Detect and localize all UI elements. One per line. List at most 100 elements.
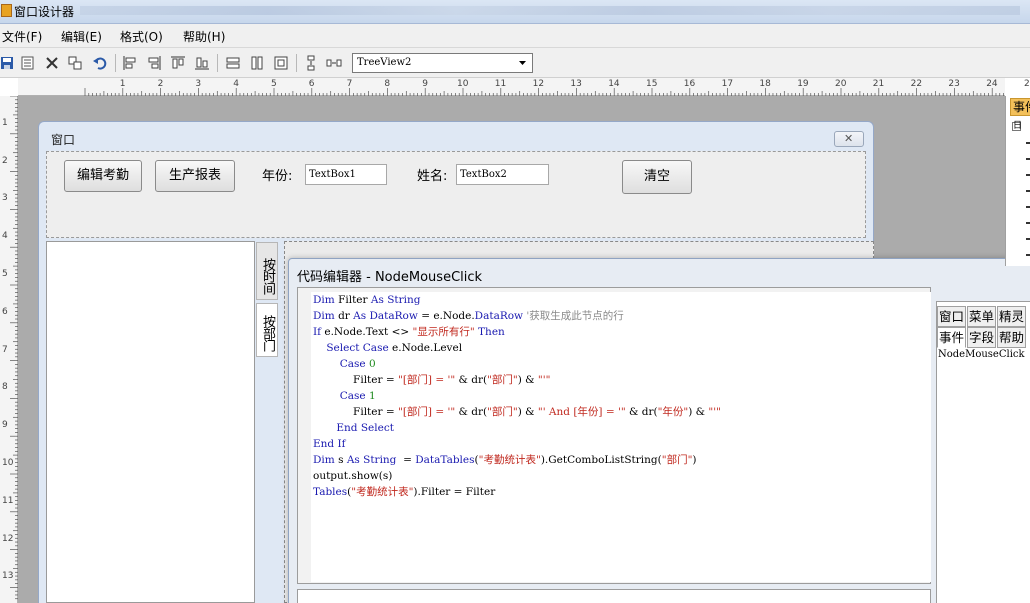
ruler-number: 25 (1024, 79, 1030, 89)
code-text-area[interactable]: Dim Filter As String Dim dr As DataRow = … (311, 292, 931, 582)
title-bar-blurred-region (80, 6, 1020, 15)
ruler-number: 6 (308, 79, 315, 89)
form-title: 窗口 (51, 133, 76, 147)
ruler-number: 18 (759, 79, 771, 89)
ruler-number: 15 (646, 79, 658, 89)
edit-attendance-button[interactable]: 编辑考勤 (64, 160, 142, 192)
ruler-number: 13 (2, 571, 14, 582)
ruler-number: 11 (494, 79, 507, 89)
tab-events[interactable]: 事件 (937, 327, 966, 348)
code-line: End Select (336, 422, 394, 434)
ruler-number: 2 (157, 79, 164, 89)
code-line: Filter = "[部门] = '" & dr("部门") & "'" (313, 374, 551, 386)
tree-collapse-toggle[interactable]: 日 (1012, 122, 1022, 131)
property-row (1026, 190, 1030, 192)
control-selector-value: TreeView2 (357, 57, 412, 68)
list-icon[interactable] (20, 55, 36, 71)
tab-wizard[interactable]: 精灵 (997, 306, 1026, 327)
menu-bar: 文件(F) 编辑(E) 格式(O) 帮助(H) (0, 24, 1030, 48)
ruler-number: 24 (986, 79, 998, 89)
output-pane[interactable] (297, 589, 931, 603)
ruler-number: 1 (2, 117, 8, 128)
horizontal-spacing-icon[interactable] (326, 55, 342, 71)
year-textbox[interactable]: TextBox1 (305, 164, 387, 185)
tab-fields[interactable]: 字段 (967, 327, 996, 348)
same-size-icon[interactable] (273, 55, 289, 71)
clear-button[interactable]: 清空 (622, 160, 692, 194)
save-icon[interactable] (0, 55, 16, 71)
event-list-item[interactable]: NodeMouseClick (938, 349, 1030, 360)
align-top-icon[interactable] (170, 55, 186, 71)
code-line: Case 0 (339, 358, 376, 370)
ruler-number: 14 (608, 79, 620, 89)
ruler-number: 7 (346, 79, 353, 89)
name-textbox[interactable]: TextBox2 (456, 164, 549, 185)
tab-by-time[interactable]: 按时间 (256, 242, 278, 300)
app-icon (1, 4, 12, 17)
ruler-number: 4 (233, 79, 239, 89)
control-selector-dropdown[interactable]: TreeView2 (352, 53, 533, 73)
menu-file[interactable]: 文件(F) (2, 28, 42, 45)
code-line: Tables("考勤统计表").Filter = Filter (313, 486, 496, 498)
code-line: output.show(s) (313, 470, 393, 482)
ruler-number: 5 (2, 269, 8, 279)
property-row (1026, 222, 1030, 224)
tree-view-panel[interactable] (46, 241, 255, 603)
delete-icon[interactable] (44, 55, 60, 71)
tab-by-department[interactable]: 按部门 (256, 303, 278, 357)
tab-help[interactable]: 帮助 (997, 327, 1026, 348)
align-left-icon[interactable] (122, 55, 138, 71)
ruler-number: 21 (872, 79, 885, 89)
ruler-number: 19 (797, 79, 809, 89)
ruler-number: 2 (2, 155, 8, 166)
menu-format[interactable]: 格式(O) (120, 28, 163, 45)
align-bottom-icon[interactable] (194, 55, 210, 71)
horizontal-ruler: 1 2 3 4 5 6 7 8 9 10 11 12 13 14 15 16 17 18 19 20 21 22 23 24 2… (18, 78, 1030, 96)
name-label: 姓名: (417, 169, 448, 184)
undo-icon[interactable] (92, 55, 108, 71)
code-line: Dim Filter As String (313, 294, 421, 306)
properties-tab-events[interactable]: 事件 (1010, 98, 1030, 116)
form-close-button[interactable]: ✕ (834, 131, 864, 147)
property-row (1026, 206, 1030, 208)
same-width-icon[interactable] (225, 55, 241, 71)
ruler-number: 11 (2, 495, 14, 506)
code-editor-window[interactable]: 代码编辑器 - NodeMouseClick Dim Filter As Str… (288, 258, 1030, 603)
production-report-button[interactable]: 生产报表 (155, 160, 235, 192)
ruler-number: 9 (2, 420, 8, 431)
ruler-number: 10 (457, 79, 469, 89)
ruler-number: 10 (2, 458, 14, 468)
toolbar-separator (296, 54, 297, 72)
event-list: NodeMouseClick (938, 349, 1030, 360)
chevron-down-icon[interactable] (515, 56, 530, 70)
tab-menu[interactable]: 菜单 (967, 306, 996, 327)
ruler-number: 23 (948, 79, 960, 89)
vertical-spacing-icon[interactable] (303, 55, 319, 71)
code-line: End If (313, 438, 346, 450)
property-row (1026, 254, 1030, 256)
ruler-number: 20 (835, 79, 847, 89)
window-title: 窗口设计器 (14, 5, 75, 19)
align-right-icon[interactable] (146, 55, 162, 71)
code-line: If e.Node.Text <> "显示所有行" Then (313, 326, 505, 338)
ruler-number: 17 (721, 79, 734, 89)
ruler-number: 13 (570, 79, 582, 89)
ruler-number: 12 (532, 79, 545, 89)
property-row (1026, 174, 1030, 176)
property-row (1026, 158, 1030, 160)
ruler-number: 5 (271, 79, 277, 89)
menu-help[interactable]: 帮助(H) (183, 28, 225, 45)
property-row (1026, 142, 1030, 144)
menu-edit[interactable]: 编辑(E) (61, 28, 102, 45)
toolbar-separator (217, 54, 218, 72)
ruler-number: 7 (2, 344, 8, 355)
tab-window[interactable]: 窗口 (937, 306, 966, 327)
same-height-icon[interactable] (249, 55, 265, 71)
copy-icon[interactable] (67, 55, 83, 71)
code-editor-title: 代码编辑器 - NodeMouseClick (297, 270, 483, 285)
year-label: 年份: (262, 169, 293, 184)
ruler-number: 6 (2, 306, 8, 317)
code-line: Dim s As String = DataTables("考勤统计表").Ge… (313, 454, 697, 466)
code-line: Dim dr As DataRow = e.Node.DataRow '获取生成… (313, 310, 624, 322)
app-window: 窗口设计器 文件(F) 编辑(E) 格式(O) 帮助(H) TreeView2 … (0, 0, 1030, 603)
